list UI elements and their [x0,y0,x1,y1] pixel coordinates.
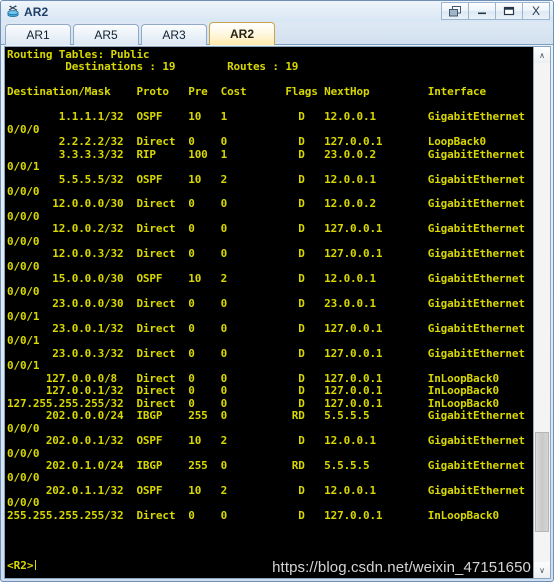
scrollbar-thumb[interactable] [535,432,549,533]
scroll-down-arrow-icon[interactable]: ∨ [534,562,550,578]
close-window-button[interactable]: X [522,2,550,20]
terminal-output-area[interactable]: Routing Tables: Public Destinations : 19… [5,47,533,578]
tab-ar1[interactable]: AR1 [5,24,71,45]
command-prompt[interactable]: <R2> [7,559,36,572]
router-icon [6,4,21,19]
scroll-up-arrow-icon[interactable]: ∧ [534,47,550,63]
text-cursor [34,560,36,570]
terminal-panel: Routing Tables: Public Destinations : 19… [4,46,551,579]
maximize-window-button[interactable] [495,2,523,20]
tab-ar3[interactable]: AR3 [141,24,207,45]
window-titlebar[interactable]: AR2 X [1,1,553,22]
tab-ar2[interactable]: AR2 [209,22,275,45]
window-controls: X [441,2,550,20]
minimize-window-button[interactable] [468,2,496,20]
prompt-label: <R2> [7,559,34,572]
scrollbar-track[interactable] [534,63,550,562]
terminal-scrollbar[interactable]: ∧ ∨ [533,47,550,578]
watermark-url: https://blog.csdn.net/weixin_47151650 [272,559,531,576]
routing-table-output: Routing Tables: Public Destinations : 19… [7,48,525,522]
terminal-window: AR2 X AR1 AR5 AR3 AR2 Routing Tables: Pu… [0,0,554,582]
restore-window-button[interactable] [441,2,469,20]
device-tabstrip: AR1 AR5 AR3 AR2 [1,22,553,45]
window-title: AR2 [24,4,49,19]
tab-ar5[interactable]: AR5 [73,24,139,45]
